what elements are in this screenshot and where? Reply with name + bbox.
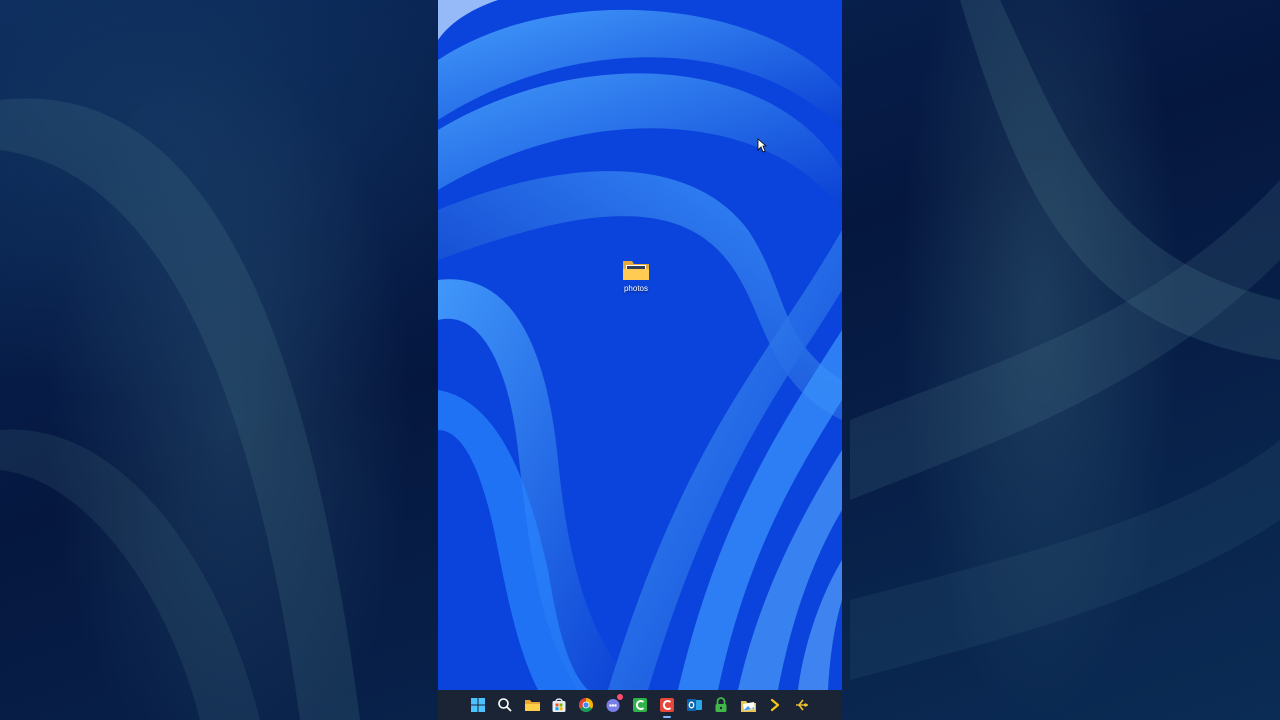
c-green-icon xyxy=(633,698,647,712)
pin-icon xyxy=(796,699,808,711)
camtasia-green-button[interactable] xyxy=(628,693,652,717)
desktop-icon-photos[interactable]: photos xyxy=(614,256,658,293)
file-explorer-button[interactable] xyxy=(520,693,544,717)
desktop[interactable]: photos xyxy=(438,0,842,720)
lock-button[interactable] xyxy=(709,693,733,717)
photo-folder-icon xyxy=(740,700,756,712)
c-red-icon xyxy=(660,698,674,712)
photos-folder-button[interactable] xyxy=(736,693,760,717)
search-icon xyxy=(498,698,512,712)
store-icon xyxy=(552,698,566,712)
screen: photos xyxy=(0,0,1280,720)
wallpaper xyxy=(438,0,842,690)
search-button[interactable] xyxy=(493,693,517,717)
camtasia-red-button[interactable] xyxy=(655,693,679,718)
lock-icon xyxy=(715,697,727,712)
start-button[interactable] xyxy=(466,693,490,717)
desktop-icon-label: photos xyxy=(623,284,649,293)
outlook-icon xyxy=(686,699,702,711)
chat-button[interactable] xyxy=(601,693,625,717)
notification-badge xyxy=(617,694,623,700)
store-button[interactable] xyxy=(547,693,571,717)
chrome-button[interactable] xyxy=(574,693,598,717)
terminal-button[interactable] xyxy=(763,693,787,717)
pin-button[interactable] xyxy=(790,693,814,717)
taskbar xyxy=(438,690,842,720)
windows-logo-icon xyxy=(471,698,485,712)
folder-icon xyxy=(524,699,540,711)
mouse-cursor-icon xyxy=(757,138,767,153)
outlook-button[interactable] xyxy=(682,693,706,717)
chrome-icon xyxy=(579,698,593,712)
folder-icon xyxy=(623,261,649,280)
chevron-right-icon xyxy=(770,698,780,712)
